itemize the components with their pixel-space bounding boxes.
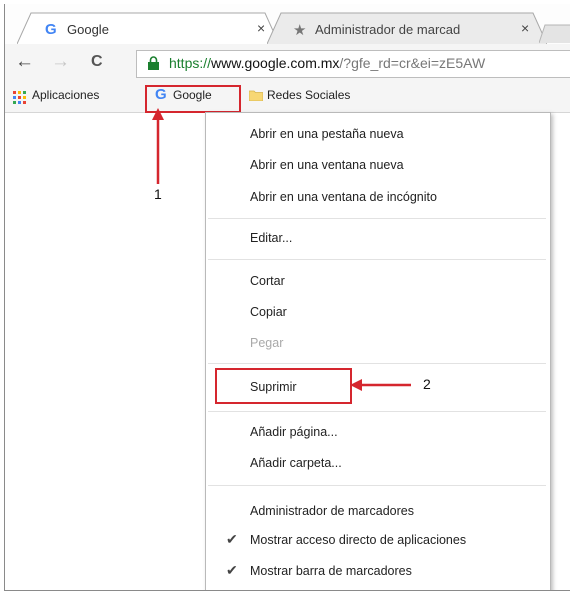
menu-separator [208, 363, 546, 364]
close-icon[interactable]: × [521, 20, 529, 36]
menu-separator [208, 485, 546, 486]
menu-item-cut[interactable]: Cortar [250, 274, 285, 288]
apps-grid-icon [13, 91, 26, 104]
menu-item-open-new-tab[interactable]: Abrir en una pestaña nueva [250, 127, 404, 141]
annotation-number-1: 1 [154, 186, 162, 202]
google-g-icon: G [45, 21, 57, 38]
url-host: www.google.com.mx [211, 55, 340, 71]
menu-separator [208, 259, 546, 260]
lock-icon [148, 56, 159, 70]
new-tab-button[interactable] [539, 24, 570, 44]
tab-title: Google [67, 22, 109, 37]
menu-item-paste: Pegar [250, 336, 284, 350]
menu-item-add-page[interactable]: Añadir página... [250, 425, 338, 439]
back-button[interactable]: ← [15, 51, 34, 73]
checkmark-icon: ✔ [226, 562, 238, 578]
toolbar: ← → C https://www.google.com.mx/?gfe_rd=… [5, 44, 570, 82]
star-icon: ★ [293, 22, 307, 39]
checkmark-icon: ✔ [226, 531, 238, 547]
menu-separator [208, 411, 546, 412]
folder-icon [249, 90, 263, 101]
url-scheme: https:// [169, 55, 212, 71]
menu-item-edit[interactable]: Editar... [250, 231, 292, 245]
annotation-highlight-delete [215, 368, 352, 404]
tab-google[interactable]: G Google × [17, 12, 279, 44]
menu-item-open-new-window[interactable]: Abrir en una ventana nueva [250, 158, 404, 172]
reload-button[interactable]: C [91, 53, 103, 71]
menu-item-show-bookmarks-bar[interactable]: Mostrar barra de marcadores [250, 564, 412, 578]
address-bar[interactable]: https://www.google.com.mx/?gfe_rd=cr&ei=… [136, 50, 570, 78]
menu-item-copy[interactable]: Copiar [250, 305, 287, 319]
menu-item-bookmark-manager[interactable]: Administrador de marcadores [250, 504, 414, 518]
annotation-arrow-up [152, 108, 164, 184]
close-icon[interactable]: × [257, 20, 265, 36]
menu-item-open-incognito[interactable]: Abrir en una ventana de incógnito [250, 190, 437, 204]
bookmark-label: Redes Sociales [267, 88, 351, 102]
browser-window: G Google × ★ Administrador de marcad × ←… [4, 4, 570, 591]
menu-item-add-folder[interactable]: Añadir carpeta... [250, 456, 342, 470]
menu-separator [208, 218, 546, 219]
menu-item-show-apps-shortcut[interactable]: Mostrar acceso directo de aplicaciones [250, 533, 466, 547]
tab-strip: G Google × ★ Administrador de marcad × [5, 4, 570, 44]
annotation-number-2: 2 [423, 376, 431, 392]
tab-bookmark-manager[interactable]: ★ Administrador de marcad × [267, 12, 547, 44]
url-text: https://www.google.com.mx/?gfe_rd=cr&ei=… [169, 55, 485, 71]
context-menu: Abrir en una pestaña nueva Abrir en una … [205, 112, 551, 590]
url-path: /?gfe_rd=cr&ei=zE5AW [339, 55, 486, 71]
forward-button[interactable]: → [51, 51, 70, 73]
bookmarks-bar: Aplicaciones G Google Redes Sociales [5, 82, 570, 113]
tab-title: Administrador de marcad [315, 22, 461, 37]
bookmark-label: Aplicaciones [32, 88, 100, 102]
annotation-arrow-left [350, 379, 411, 391]
